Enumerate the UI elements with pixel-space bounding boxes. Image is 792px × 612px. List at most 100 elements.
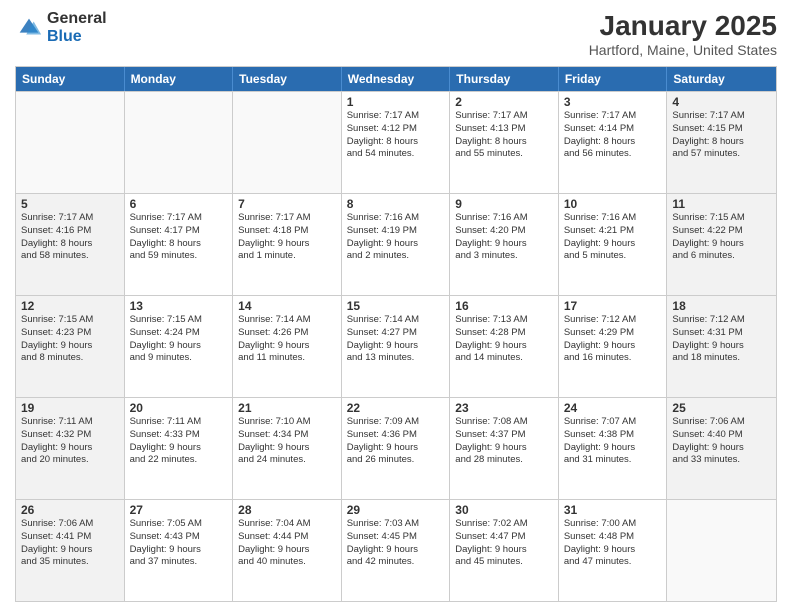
calendar-cell: 17Sunrise: 7:12 AM Sunset: 4:29 PM Dayli… — [559, 296, 668, 397]
day-number: 23 — [455, 401, 553, 415]
calendar-cell: 7Sunrise: 7:17 AM Sunset: 4:18 PM Daylig… — [233, 194, 342, 295]
calendar-cell: 4Sunrise: 7:17 AM Sunset: 4:15 PM Daylig… — [667, 92, 776, 193]
day-number: 26 — [21, 503, 119, 517]
day-info: Sunrise: 7:14 AM Sunset: 4:27 PM Dayligh… — [347, 314, 445, 365]
day-number: 25 — [672, 401, 771, 415]
day-number: 4 — [672, 95, 771, 109]
calendar: SundayMondayTuesdayWednesdayThursdayFrid… — [15, 66, 777, 602]
day-info: Sunrise: 7:17 AM Sunset: 4:18 PM Dayligh… — [238, 212, 336, 263]
day-info: Sunrise: 7:15 AM Sunset: 4:24 PM Dayligh… — [130, 314, 228, 365]
day-info: Sunrise: 7:17 AM Sunset: 4:13 PM Dayligh… — [455, 110, 553, 161]
day-number: 1 — [347, 95, 445, 109]
day-number: 22 — [347, 401, 445, 415]
calendar-cell: 15Sunrise: 7:14 AM Sunset: 4:27 PM Dayli… — [342, 296, 451, 397]
day-info: Sunrise: 7:06 AM Sunset: 4:40 PM Dayligh… — [672, 416, 771, 467]
day-number: 21 — [238, 401, 336, 415]
day-number: 20 — [130, 401, 228, 415]
day-number: 3 — [564, 95, 662, 109]
calendar-cell: 27Sunrise: 7:05 AM Sunset: 4:43 PM Dayli… — [125, 500, 234, 601]
calendar-cell: 20Sunrise: 7:11 AM Sunset: 4:33 PM Dayli… — [125, 398, 234, 499]
calendar-cell — [16, 92, 125, 193]
day-info: Sunrise: 7:11 AM Sunset: 4:33 PM Dayligh… — [130, 416, 228, 467]
day-info: Sunrise: 7:14 AM Sunset: 4:26 PM Dayligh… — [238, 314, 336, 365]
location: Hartford, Maine, United States — [589, 42, 777, 58]
calendar-cell — [667, 500, 776, 601]
day-info: Sunrise: 7:16 AM Sunset: 4:20 PM Dayligh… — [455, 212, 553, 263]
calendar-body: 1Sunrise: 7:17 AM Sunset: 4:12 PM Daylig… — [16, 91, 776, 601]
calendar-cell: 23Sunrise: 7:08 AM Sunset: 4:37 PM Dayli… — [450, 398, 559, 499]
calendar-container: General Blue January 2025 Hartford, Main… — [0, 0, 792, 612]
day-info: Sunrise: 7:03 AM Sunset: 4:45 PM Dayligh… — [347, 518, 445, 569]
calendar-cell: 22Sunrise: 7:09 AM Sunset: 4:36 PM Dayli… — [342, 398, 451, 499]
day-number: 7 — [238, 197, 336, 211]
day-number: 15 — [347, 299, 445, 313]
day-info: Sunrise: 7:09 AM Sunset: 4:36 PM Dayligh… — [347, 416, 445, 467]
day-info: Sunrise: 7:00 AM Sunset: 4:48 PM Dayligh… — [564, 518, 662, 569]
day-number: 18 — [672, 299, 771, 313]
calendar-cell: 12Sunrise: 7:15 AM Sunset: 4:23 PM Dayli… — [16, 296, 125, 397]
calendar-cell: 2Sunrise: 7:17 AM Sunset: 4:13 PM Daylig… — [450, 92, 559, 193]
calendar-row-1: 5Sunrise: 7:17 AM Sunset: 4:16 PM Daylig… — [16, 193, 776, 295]
day-info: Sunrise: 7:15 AM Sunset: 4:23 PM Dayligh… — [21, 314, 119, 365]
day-info: Sunrise: 7:16 AM Sunset: 4:21 PM Dayligh… — [564, 212, 662, 263]
calendar-cell — [125, 92, 234, 193]
day-info: Sunrise: 7:04 AM Sunset: 4:44 PM Dayligh… — [238, 518, 336, 569]
day-info: Sunrise: 7:13 AM Sunset: 4:28 PM Dayligh… — [455, 314, 553, 365]
header-day-thursday: Thursday — [450, 67, 559, 91]
day-info: Sunrise: 7:17 AM Sunset: 4:12 PM Dayligh… — [347, 110, 445, 161]
logo-icon — [15, 14, 43, 42]
calendar-cell: 30Sunrise: 7:02 AM Sunset: 4:47 PM Dayli… — [450, 500, 559, 601]
calendar-cell: 11Sunrise: 7:15 AM Sunset: 4:22 PM Dayli… — [667, 194, 776, 295]
calendar-cell: 19Sunrise: 7:11 AM Sunset: 4:32 PM Dayli… — [16, 398, 125, 499]
logo-text: General Blue — [47, 10, 107, 45]
calendar-cell: 24Sunrise: 7:07 AM Sunset: 4:38 PM Dayli… — [559, 398, 668, 499]
header-day-saturday: Saturday — [667, 67, 776, 91]
day-number: 5 — [21, 197, 119, 211]
header-day-tuesday: Tuesday — [233, 67, 342, 91]
calendar-cell: 6Sunrise: 7:17 AM Sunset: 4:17 PM Daylig… — [125, 194, 234, 295]
day-number: 16 — [455, 299, 553, 313]
day-info: Sunrise: 7:17 AM Sunset: 4:17 PM Dayligh… — [130, 212, 228, 263]
header-day-monday: Monday — [125, 67, 234, 91]
day-number: 17 — [564, 299, 662, 313]
day-number: 10 — [564, 197, 662, 211]
day-info: Sunrise: 7:16 AM Sunset: 4:19 PM Dayligh… — [347, 212, 445, 263]
calendar-row-0: 1Sunrise: 7:17 AM Sunset: 4:12 PM Daylig… — [16, 91, 776, 193]
day-info: Sunrise: 7:17 AM Sunset: 4:15 PM Dayligh… — [672, 110, 771, 161]
day-info: Sunrise: 7:17 AM Sunset: 4:16 PM Dayligh… — [21, 212, 119, 263]
logo: General Blue — [15, 10, 107, 45]
calendar-cell: 9Sunrise: 7:16 AM Sunset: 4:20 PM Daylig… — [450, 194, 559, 295]
day-number: 31 — [564, 503, 662, 517]
header-day-wednesday: Wednesday — [342, 67, 451, 91]
calendar-cell: 16Sunrise: 7:13 AM Sunset: 4:28 PM Dayli… — [450, 296, 559, 397]
day-number: 9 — [455, 197, 553, 211]
day-info: Sunrise: 7:06 AM Sunset: 4:41 PM Dayligh… — [21, 518, 119, 569]
logo-general-text: General — [47, 10, 107, 28]
calendar-cell: 3Sunrise: 7:17 AM Sunset: 4:14 PM Daylig… — [559, 92, 668, 193]
calendar-cell: 26Sunrise: 7:06 AM Sunset: 4:41 PM Dayli… — [16, 500, 125, 601]
day-info: Sunrise: 7:12 AM Sunset: 4:29 PM Dayligh… — [564, 314, 662, 365]
calendar-cell: 8Sunrise: 7:16 AM Sunset: 4:19 PM Daylig… — [342, 194, 451, 295]
calendar-cell: 13Sunrise: 7:15 AM Sunset: 4:24 PM Dayli… — [125, 296, 234, 397]
calendar-row-3: 19Sunrise: 7:11 AM Sunset: 4:32 PM Dayli… — [16, 397, 776, 499]
day-info: Sunrise: 7:10 AM Sunset: 4:34 PM Dayligh… — [238, 416, 336, 467]
day-number: 29 — [347, 503, 445, 517]
day-number: 2 — [455, 95, 553, 109]
day-info: Sunrise: 7:12 AM Sunset: 4:31 PM Dayligh… — [672, 314, 771, 365]
day-number: 14 — [238, 299, 336, 313]
calendar-cell: 21Sunrise: 7:10 AM Sunset: 4:34 PM Dayli… — [233, 398, 342, 499]
day-number: 8 — [347, 197, 445, 211]
day-info: Sunrise: 7:05 AM Sunset: 4:43 PM Dayligh… — [130, 518, 228, 569]
day-number: 12 — [21, 299, 119, 313]
day-number: 13 — [130, 299, 228, 313]
day-number: 27 — [130, 503, 228, 517]
day-number: 11 — [672, 197, 771, 211]
title-area: January 2025 Hartford, Maine, United Sta… — [589, 10, 777, 58]
day-number: 6 — [130, 197, 228, 211]
header-day-sunday: Sunday — [16, 67, 125, 91]
day-number: 30 — [455, 503, 553, 517]
calendar-cell: 28Sunrise: 7:04 AM Sunset: 4:44 PM Dayli… — [233, 500, 342, 601]
header-day-friday: Friday — [559, 67, 668, 91]
calendar-cell: 5Sunrise: 7:17 AM Sunset: 4:16 PM Daylig… — [16, 194, 125, 295]
day-info: Sunrise: 7:07 AM Sunset: 4:38 PM Dayligh… — [564, 416, 662, 467]
